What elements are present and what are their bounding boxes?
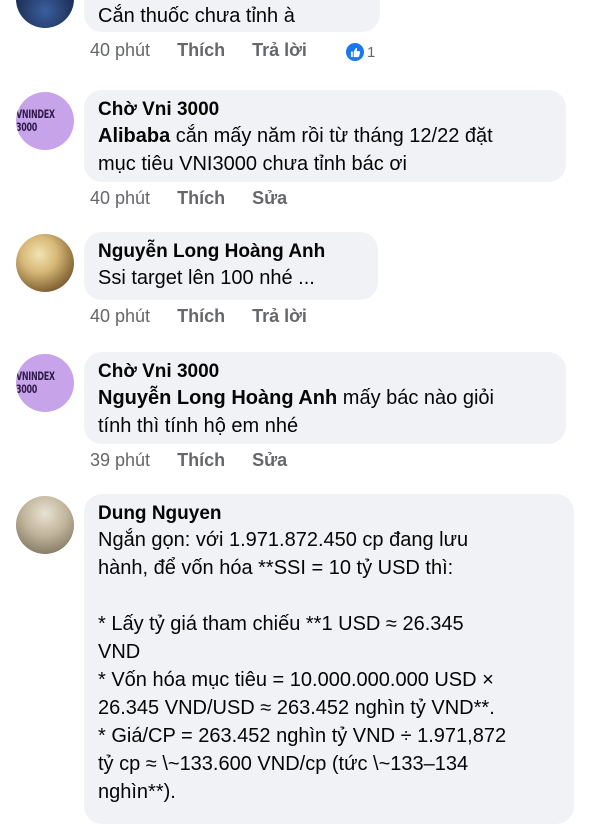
comment-text: Nguyễn Long Hoàng Anh mấy bác nào giỏi [98,384,552,412]
comment-author[interactable]: Chờ Vni 3000 [98,360,552,384]
comment-text: Ssi target lên 100 nhé ... [98,267,315,289]
comment-line-1: Ngắn gọn: với 1.971.872.450 cp đang lưu [98,529,469,551]
timestamp: 40 phút [90,40,151,60]
like-link[interactable]: Thích [177,306,225,326]
comment-line-5: VND [98,641,141,663]
thumbs-up-icon [346,43,364,61]
timestamp: 40 phút [90,306,151,326]
comment-line-10: nghìn**). [98,781,176,803]
comment-bubble: Cắn thuốc chưa tỉnh à [84,0,380,32]
comment-bubble: Chờ Vni 3000 Alibaba cắn mấy năm rồi từ … [84,90,566,182]
timestamp: 40 phút [90,188,151,208]
text-line-1: mấy bác nào giỏi [337,387,494,409]
avatar-text: VNINDEX 3000 [16,108,55,134]
avatar[interactable] [16,234,74,292]
avatar[interactable]: VNINDEX 3000 [16,92,74,150]
comment-line-3 [98,582,560,610]
comment-line-4: * Lấy tỷ giá tham chiếu **1 USD ≈ 26.345 [98,613,464,635]
text-line-2: mục tiêu VNI3000 chưa tỉnh bác ơi [98,153,407,175]
edit-link[interactable]: Sửa [252,450,287,470]
mention[interactable]: Nguyễn Long Hoàng Anh [98,387,337,409]
comment-line-7: 26.345 VND/USD ≈ 263.452 nghìn tỷ VND**. [98,697,495,719]
avatar[interactable] [16,496,74,554]
comment-line-6: * Vốn hóa mục tiêu = 10.000.000.000 USD … [98,669,494,691]
avatar[interactable] [16,0,74,28]
reply-link[interactable]: Trả lời [252,306,307,326]
timestamp: 39 phút [90,450,151,470]
comment-bubble: Chờ Vni 3000 Nguyễn Long Hoàng Anh mấy b… [84,352,566,444]
like-link[interactable]: Thích [177,450,225,470]
reaction-summary[interactable]: 1 [346,43,375,61]
reaction-count: 1 [367,43,376,61]
comment-author[interactable]: Dung Nguyen [98,502,560,526]
avatar-text: VNINDEX 3000 [16,370,55,396]
comment-author[interactable]: Nguyễn Long Hoàng Anh [98,240,364,264]
like-link[interactable]: Thích [177,40,225,60]
comment-actions: 40 phút Thích Sửa [90,188,287,209]
reply-link[interactable]: Trả lời [252,40,307,60]
like-link[interactable]: Thích [177,188,225,208]
edit-link[interactable]: Sửa [252,188,287,208]
comment-text: Alibaba cắn mấy năm rồi từ tháng 12/22 đ… [98,122,552,150]
text-line-1: cắn mấy năm rồi từ tháng 12/22 đặt [170,125,493,147]
text-line-2: tính thì tính hộ em nhé [98,415,299,437]
comment-bubble: Nguyễn Long Hoàng Anh Ssi target lên 100… [84,232,378,300]
comment-line-8: * Giá/CP = 263.452 nghìn tỷ VND ÷ 1.971,… [98,725,507,747]
comment-text: Cắn thuốc chưa tỉnh à [98,5,295,27]
comment-line-2: hành, để vốn hóa **SSI = 10 tỷ USD thì: [98,557,454,579]
comment-author[interactable]: Chờ Vni 3000 [98,98,552,122]
mention[interactable]: Alibaba [98,125,170,147]
comment-actions: 40 phút Thích Trả lời [90,306,307,327]
comment-line-9: tỷ cp ≈ \~133.600 VND/cp (tức \~133–134 [98,753,469,775]
comment-actions: 40 phút Thích Trả lời [90,40,307,61]
comment-actions: 39 phút Thích Sửa [90,450,287,471]
comment-bubble: Dung Nguyen Ngắn gọn: với 1.971.872.450 … [84,494,574,824]
avatar[interactable]: VNINDEX 3000 [16,354,74,412]
